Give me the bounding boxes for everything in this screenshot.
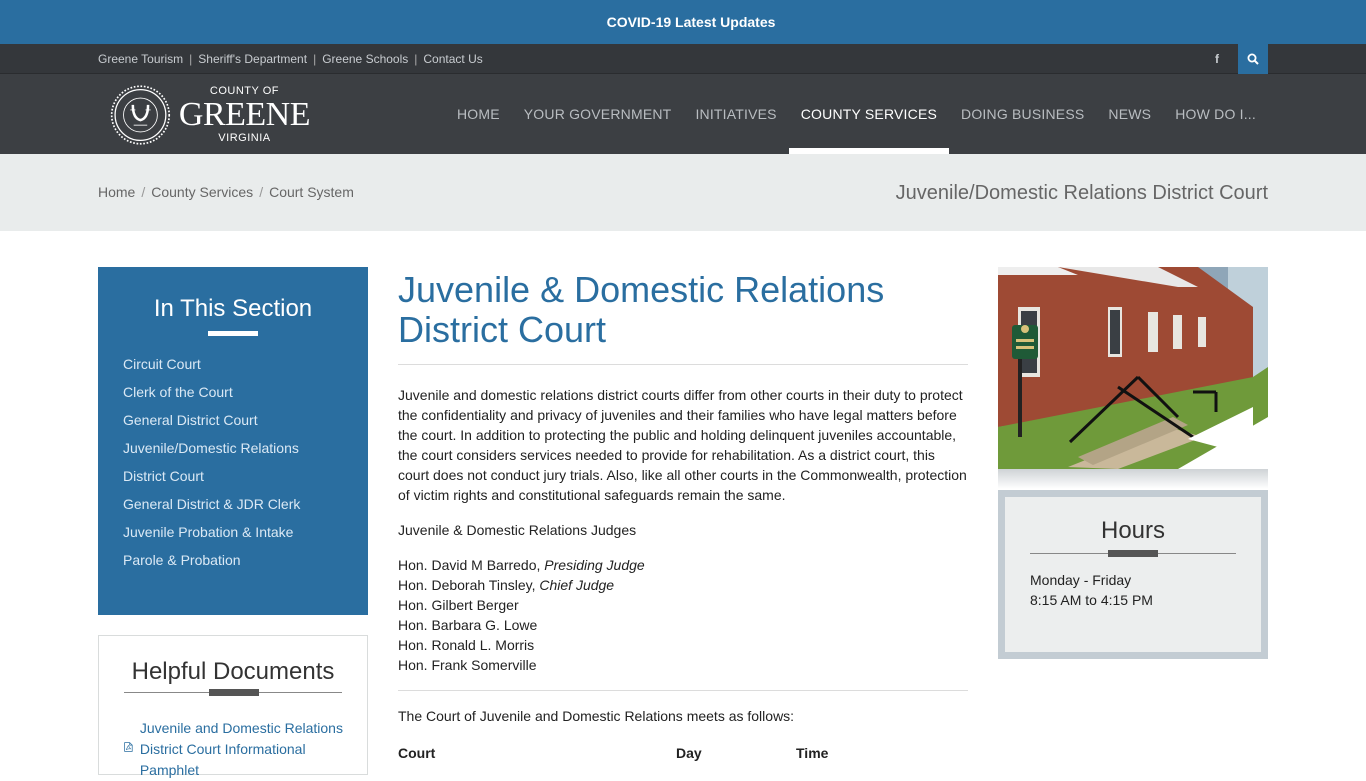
section-link-general-district[interactable]: General District Court xyxy=(123,412,258,428)
judge-item: Hon. Frank Somerville xyxy=(398,657,537,673)
search-icon xyxy=(1247,53,1259,65)
hours-times: 8:15 AM to 4:15 PM xyxy=(1030,592,1153,608)
section-link-jdr[interactable]: Juvenile/Domestic Relations xyxy=(123,440,299,456)
table-header-row: Court Day Time xyxy=(398,741,968,765)
breadcrumb: Home / County Services / Court System xyxy=(98,184,354,200)
nav-county-services[interactable]: COUNTY SERVICES xyxy=(788,74,950,154)
search-button[interactable] xyxy=(1238,44,1268,74)
main-nav: HOME YOUR GOVERNMENT INITIATIVES COUNTY … xyxy=(445,74,1268,154)
judge-item: Hon. Deborah Tinsley, Chief Judge xyxy=(398,577,615,593)
courthouse-photo xyxy=(998,267,1268,469)
section-link-district-court[interactable]: District Court xyxy=(123,468,204,484)
section-nav: In This Section Circuit Court Clerk of t… xyxy=(98,267,368,615)
separator: | xyxy=(414,52,418,66)
judges-list: Hon. David M Barredo, Presiding Judge Ho… xyxy=(398,555,968,675)
helpful-documents: Helpful Documents Juvenile and Domestic … xyxy=(98,635,368,778)
utility-link-schools[interactable]: Greene Schools xyxy=(322,52,408,66)
hours-panel: Hours Monday - Friday 8:15 AM to 4:15 PM xyxy=(1005,497,1261,652)
alert-bar: COVID-19 Latest Updates xyxy=(0,0,1366,44)
pdf-icon xyxy=(124,742,133,752)
section-link-parole[interactable]: Parole & Probation xyxy=(123,552,241,568)
courthouse-image xyxy=(998,267,1268,469)
section-nav-list: Circuit Court Clerk of the Court General… xyxy=(98,350,368,574)
section-link-circuit-court[interactable]: Circuit Court xyxy=(123,356,201,372)
section-link-clerk[interactable]: Clerk of the Court xyxy=(123,384,233,400)
meets-text: The Court of Juvenile and Domestic Relat… xyxy=(398,708,795,724)
list-item: Clerk of the Court xyxy=(123,378,368,406)
logo-line-2: GREENE xyxy=(178,96,311,133)
photo-shadow xyxy=(998,469,1268,489)
column-header-court: Court xyxy=(398,745,436,761)
section-link-gd-jdr-clerk[interactable]: General District & JDR Clerk xyxy=(123,496,300,512)
hours-title: Hours xyxy=(1100,517,1166,544)
hours-box: Hours Monday - Friday 8:15 AM to 4:15 PM xyxy=(998,490,1268,659)
document-item: Juvenile and Domestic Relations District… xyxy=(124,718,354,781)
list-item: District Court xyxy=(123,462,368,490)
section-nav-title: In This Section xyxy=(153,295,313,322)
utility-link-sheriff[interactable]: Sheriff's Department xyxy=(198,52,307,66)
county-logo[interactable]: COUNTY OF GREENE VIRGINIA xyxy=(110,80,311,150)
intro-paragraph: Juvenile and domestic relations district… xyxy=(398,387,967,503)
documents-title: Helpful Documents xyxy=(131,658,335,685)
judge-item: Hon. Barbara G. Lowe xyxy=(398,617,538,633)
utility-link-tourism[interactable]: Greene Tourism xyxy=(98,52,183,66)
breadcrumb-home[interactable]: Home xyxy=(98,184,135,200)
divider xyxy=(398,690,968,691)
covid-updates-link[interactable]: COVID-19 Latest Updates xyxy=(607,14,776,30)
nav-your-government[interactable]: YOUR GOVERNMENT xyxy=(512,74,684,154)
list-item: Juvenile Probation & Intake xyxy=(123,518,368,546)
breadcrumb-court-system[interactable]: Court System xyxy=(269,184,354,200)
judge-item: Hon. Gilbert Berger xyxy=(398,597,519,613)
breadcrumb-bar: Home / County Services / Court System Ju… xyxy=(0,154,1366,231)
list-item: Parole & Probation xyxy=(123,546,368,574)
page-title: Juvenile & Domestic Relations District C… xyxy=(398,270,968,365)
main-header: COUNTY OF GREENE VIRGINIA HOME YOUR GOVE… xyxy=(0,74,1366,154)
nav-initiatives[interactable]: INITIATIVES xyxy=(683,74,788,154)
breadcrumb-page-title: Juvenile/Domestic Relations District Cou… xyxy=(895,182,1268,204)
breadcrumb-separator: / xyxy=(141,184,146,200)
utility-link-contact[interactable]: Contact Us xyxy=(423,52,482,66)
judge-item: Hon. David M Barredo, Presiding Judge xyxy=(398,557,645,573)
list-item: General District Court xyxy=(123,406,368,434)
nav-home[interactable]: HOME xyxy=(445,74,512,154)
column-header-time: Time xyxy=(796,745,829,761)
facebook-icon[interactable]: f xyxy=(1208,44,1226,74)
court-schedule-table: Court Day Time xyxy=(398,741,968,765)
logo-line-3: VIRGINIA xyxy=(218,132,271,144)
list-item: General District & JDR Clerk xyxy=(123,490,368,518)
judge-item: Hon. Ronald L. Morris xyxy=(398,637,535,653)
logo-wordmark: COUNTY OF GREENE VIRGINIA xyxy=(178,86,311,144)
utility-links: Greene Tourism | Sheriff's Department | … xyxy=(98,52,483,66)
hours-text: Monday - Friday 8:15 AM to 4:15 PM xyxy=(1030,570,1236,610)
section-nav-divider xyxy=(208,331,258,336)
documents-divider xyxy=(124,689,342,701)
nav-news[interactable]: NEWS xyxy=(1096,74,1163,154)
section-link-juvenile-probation[interactable]: Juvenile Probation & Intake xyxy=(123,524,293,540)
breadcrumb-separator: / xyxy=(259,184,264,200)
separator: | xyxy=(313,52,317,66)
list-item: Juvenile/Domestic Relations xyxy=(123,434,368,462)
breadcrumb-county-services[interactable]: County Services xyxy=(151,184,253,200)
county-seal-icon xyxy=(110,85,171,145)
hours-divider xyxy=(1030,550,1236,562)
nav-how-do-i[interactable]: HOW DO I... xyxy=(1163,74,1268,154)
judges-heading: Juvenile & Domestic Relations Judges xyxy=(398,522,637,538)
column-header-day: Day xyxy=(676,745,702,761)
hours-days: Monday - Friday xyxy=(1030,572,1132,588)
nav-doing-business[interactable]: DOING BUSINESS xyxy=(949,74,1096,154)
main-content: Juvenile & Domestic Relations District C… xyxy=(398,270,968,765)
document-link[interactable]: Juvenile and Domestic Relations District… xyxy=(140,718,354,781)
separator: | xyxy=(189,52,193,66)
list-item: Circuit Court xyxy=(123,350,368,378)
utility-bar: Greene Tourism | Sheriff's Department | … xyxy=(0,44,1366,74)
